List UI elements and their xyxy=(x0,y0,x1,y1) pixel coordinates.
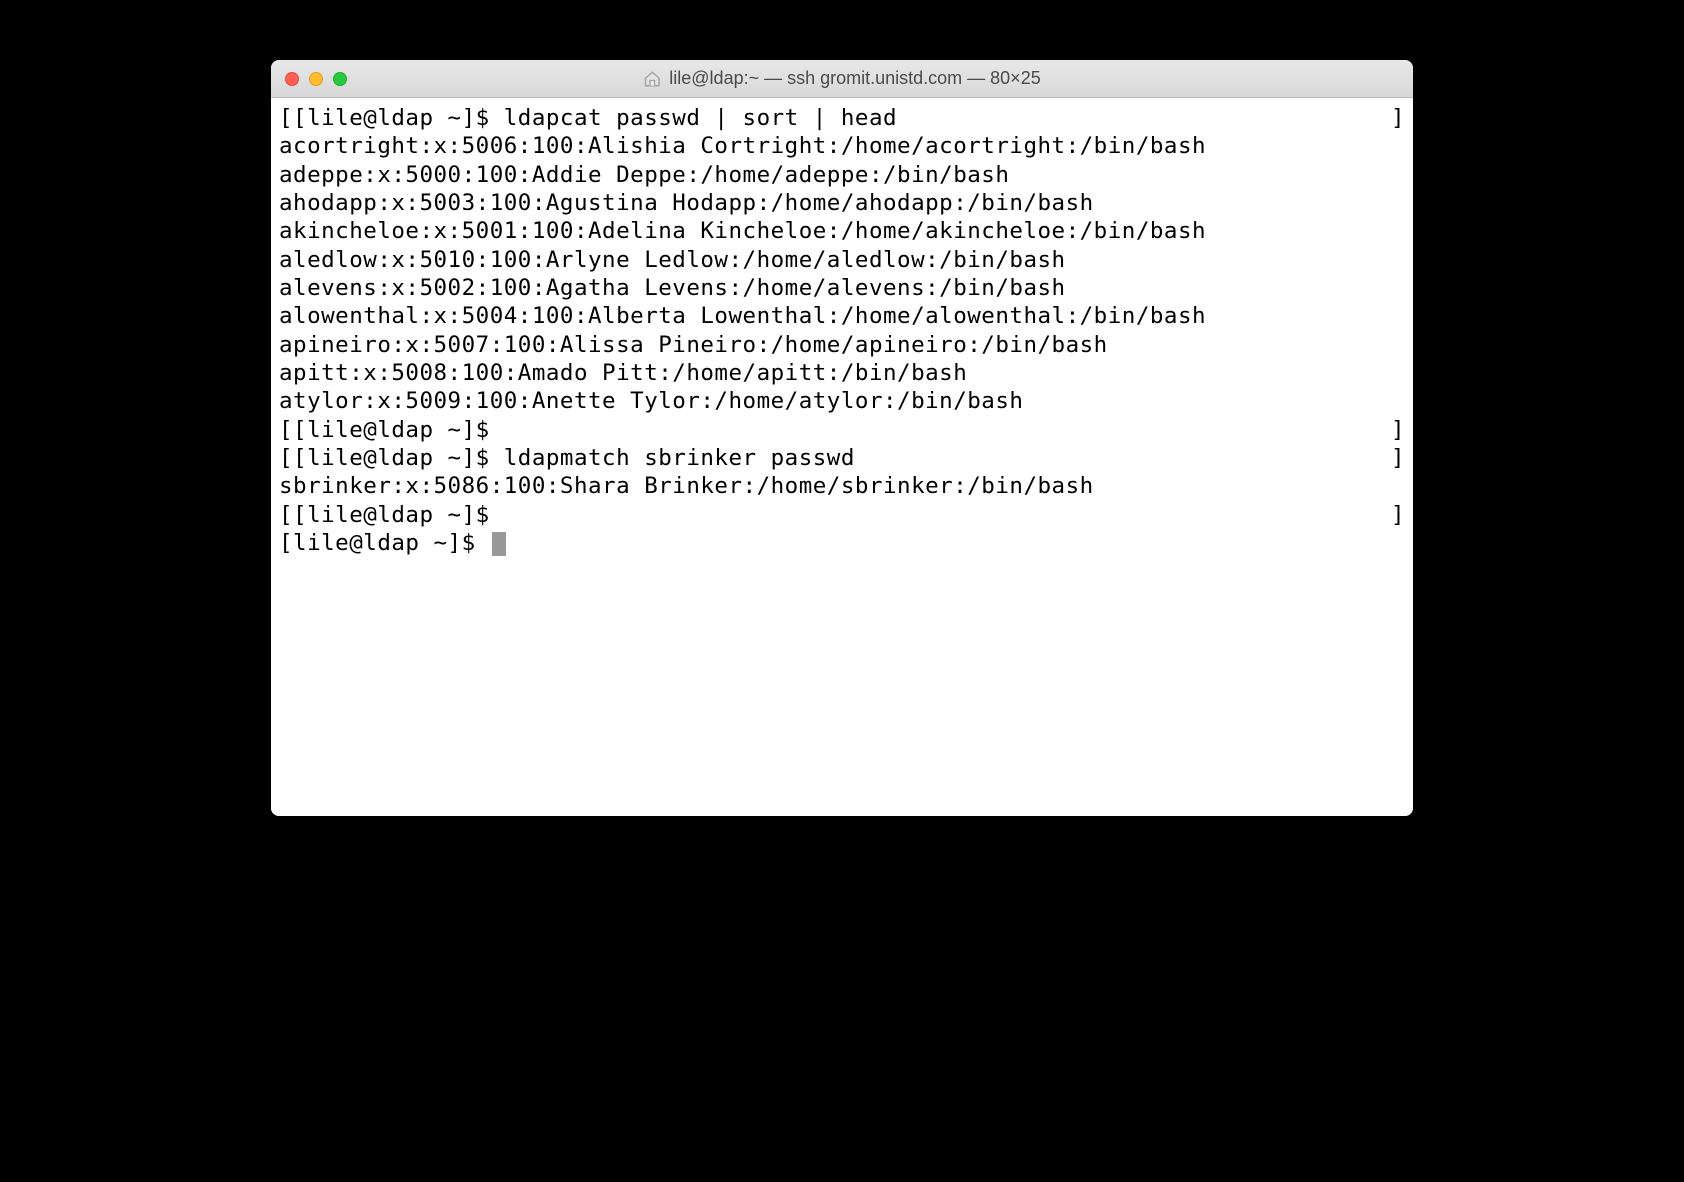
right-bracket: ] xyxy=(1391,416,1405,444)
terminal-line: aledlow:x:5010:100:Arlyne Ledlow:/home/a… xyxy=(279,246,1405,274)
terminal-text: [[lile@ldap ~]$ ldapmatch sbrinker passw… xyxy=(279,445,855,471)
terminal-text: [[lile@ldap ~]$ ldapcat passwd | sort | … xyxy=(279,105,897,131)
terminal-line: alowenthal:x:5004:100:Alberta Lowenthal:… xyxy=(279,302,1405,330)
terminal-line: akincheloe:x:5001:100:Adelina Kincheloe:… xyxy=(279,217,1405,245)
terminal-line: apitt:x:5008:100:Amado Pitt:/home/apitt:… xyxy=(279,359,1405,387)
terminal-line: apineiro:x:5007:100:Alissa Pineiro:/home… xyxy=(279,331,1405,359)
terminal-line: [[lile@ldap ~]$] xyxy=(279,416,1405,444)
terminal-line: [[lile@ldap ~]$ ldapcat passwd | sort | … xyxy=(279,104,1405,132)
terminal-line: alevens:x:5002:100:Agatha Levens:/home/a… xyxy=(279,274,1405,302)
right-bracket: ] xyxy=(1391,104,1405,132)
maximize-button[interactable] xyxy=(333,72,347,86)
terminal-line: acortright:x:5006:100:Alishia Cortright:… xyxy=(279,132,1405,160)
terminal-line: [lile@ldap ~]$ xyxy=(279,529,1405,557)
window-title-area: lile@ldap:~ — ssh gromit.unistd.com — 80… xyxy=(643,68,1040,89)
terminal-line: [[lile@ldap ~]$ ldapmatch sbrinker passw… xyxy=(279,444,1405,472)
terminal-text: [[lile@ldap ~]$ xyxy=(279,417,490,443)
window-title: lile@ldap:~ — ssh gromit.unistd.com — 80… xyxy=(669,68,1040,89)
terminal-line: atylor:x:5009:100:Anette Tylor:/home/aty… xyxy=(279,387,1405,415)
terminal-line: ahodapp:x:5003:100:Agustina Hodapp:/home… xyxy=(279,189,1405,217)
close-button[interactable] xyxy=(285,72,299,86)
cursor xyxy=(492,532,506,556)
home-icon xyxy=(643,70,661,88)
traffic-lights xyxy=(271,72,347,86)
titlebar[interactable]: lile@ldap:~ — ssh gromit.unistd.com — 80… xyxy=(271,60,1413,98)
minimize-button[interactable] xyxy=(309,72,323,86)
right-bracket: ] xyxy=(1391,444,1405,472)
terminal-line: sbrinker:x:5086:100:Shara Brinker:/home/… xyxy=(279,472,1405,500)
terminal-text: [[lile@ldap ~]$ xyxy=(279,502,490,528)
terminal-line: adeppe:x:5000:100:Addie Deppe:/home/adep… xyxy=(279,161,1405,189)
right-bracket: ] xyxy=(1391,501,1405,529)
terminal-prompt: [lile@ldap ~]$ xyxy=(279,530,490,556)
terminal-line: [[lile@ldap ~]$] xyxy=(279,501,1405,529)
terminal-window: lile@ldap:~ — ssh gromit.unistd.com — 80… xyxy=(271,60,1413,816)
terminal-body[interactable]: [[lile@ldap ~]$ ldapcat passwd | sort | … xyxy=(271,98,1413,816)
